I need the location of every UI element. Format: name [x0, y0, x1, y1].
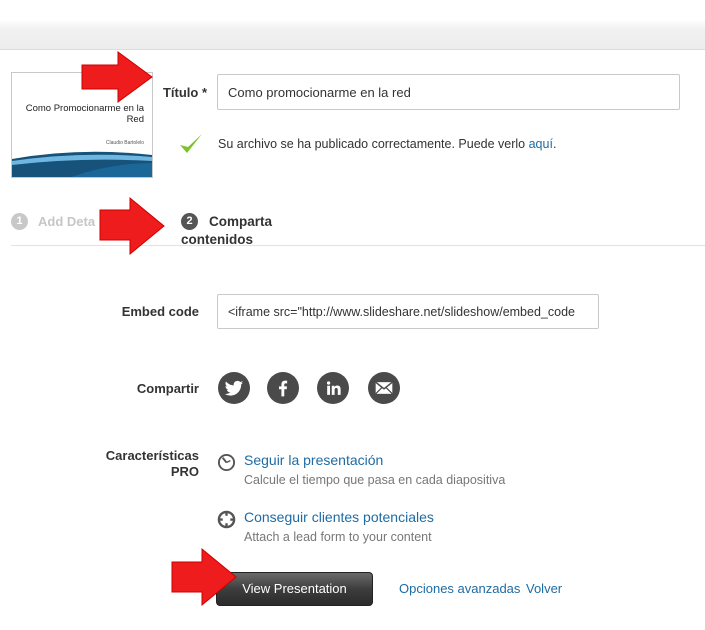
step-1[interactable]: 1 Add Deta [11, 213, 95, 230]
share-label: Compartir [136, 381, 199, 396]
facebook-icon[interactable] [267, 372, 299, 404]
title-input[interactable] [217, 74, 680, 110]
linkedin-icon[interactable] [317, 372, 349, 404]
embed-code-label: Embed code [121, 304, 199, 319]
annotation-arrow-icon [81, 51, 153, 103]
clock-icon [217, 453, 236, 472]
advanced-options-link[interactable]: Opciones avanzadas [399, 581, 520, 596]
follow-presentation-link[interactable]: Seguir la presentación [244, 452, 383, 468]
thumbnail-band-decoration [12, 149, 152, 177]
thumbnail-title: Como Promocionarme en la Red [25, 103, 144, 125]
pro-item-leads: Conseguir clientes potenciales Attach a … [217, 508, 434, 544]
follow-presentation-desc: Calcule el tiempo que pasa en cada diapo… [244, 473, 506, 487]
annotation-arrow-icon [171, 547, 237, 607]
success-suffix: . [552, 137, 557, 151]
twitter-icon[interactable] [218, 372, 250, 404]
pro-features-label: Características PRO [105, 448, 199, 479]
step-2-label: Comparta contenidos [181, 214, 273, 247]
thumbnail-author: Claudio Bartolelo [105, 140, 144, 146]
get-leads-link[interactable]: Conseguir clientes potenciales [244, 509, 434, 525]
step-1-label: Add Deta [38, 214, 96, 229]
embed-code-input[interactable] [217, 294, 599, 329]
target-icon [217, 510, 236, 529]
title-label: Título * [162, 85, 207, 100]
checkmark-icon [180, 134, 202, 153]
top-header-bar [0, 0, 705, 50]
email-icon[interactable] [368, 372, 400, 404]
success-message: Su archivo se ha publicado correctamente… [178, 131, 556, 157]
view-here-link[interactable]: aquí [529, 137, 553, 151]
get-leads-desc: Attach a lead form to your content [244, 530, 432, 544]
annotation-arrow-icon [99, 196, 165, 256]
step-1-number: 1 [11, 213, 28, 230]
pro-item-follow: Seguir la presentación Calcule el tiempo… [217, 451, 505, 487]
success-text: Su archivo se ha publicado correctamente… [218, 137, 529, 151]
back-link[interactable]: Volver [526, 581, 562, 596]
